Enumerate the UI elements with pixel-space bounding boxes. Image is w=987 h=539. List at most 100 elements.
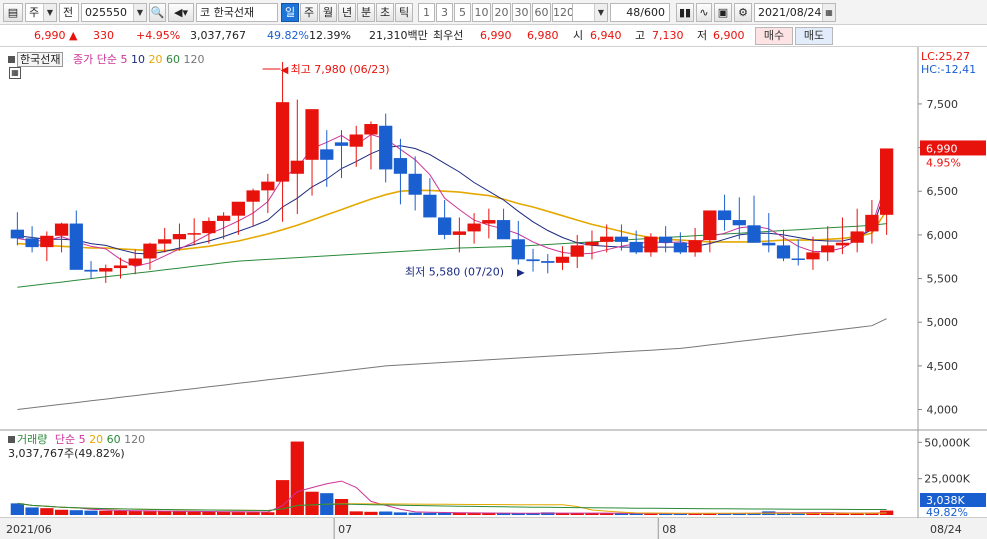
- stock-chart[interactable]: 7,5007,0006,5006,0005,5005,0004,5004,000…: [0, 47, 987, 539]
- candle-body: [762, 242, 776, 246]
- volume-bar: [99, 510, 113, 515]
- market-select-value: 주: [29, 6, 40, 19]
- volume-bar: [364, 511, 378, 515]
- y-tick-label: 5,000: [927, 316, 959, 329]
- period-button-3[interactable]: 년: [338, 3, 356, 22]
- period-button-5[interactable]: 초: [376, 3, 394, 22]
- hc-value: HC:-12,41: [921, 63, 977, 76]
- chevron-down-icon: ▼: [43, 4, 56, 21]
- price-legend: 한국선재 종가 단순 5 10 20 60 120: [8, 51, 204, 67]
- volume-bar: [231, 512, 245, 515]
- candle-body: [791, 258, 805, 260]
- candle-body: [320, 149, 334, 160]
- volume-bar: [143, 511, 157, 515]
- date-value: 2021/08/24: [758, 6, 822, 19]
- tick-button-2[interactable]: 5: [454, 3, 471, 22]
- candle-body: [364, 124, 378, 135]
- volume-bar: [40, 508, 54, 515]
- candle-body: [408, 173, 422, 195]
- x-tick-label: 2021/06: [6, 523, 52, 536]
- x-tick-label: 08: [662, 523, 676, 536]
- last-price-tag: 6,990: [926, 142, 958, 155]
- candle-body: [467, 223, 481, 232]
- vol-tick-label: 25,000K: [924, 473, 970, 486]
- mode-button[interactable]: 전: [59, 3, 79, 22]
- search-icon[interactable]: 🔍: [149, 3, 166, 22]
- candle-body: [585, 241, 599, 246]
- volume-bar: [25, 507, 39, 515]
- tick-custom-select[interactable]: ▼: [572, 3, 608, 22]
- candle-body: [128, 258, 142, 266]
- save-icon[interactable]: ▣: [714, 3, 732, 22]
- volume-current: 3,037,767주(49.82%): [8, 447, 125, 460]
- tick-button-0[interactable]: 1: [418, 3, 435, 22]
- chart-canvas[interactable]: 7,5007,0006,5006,0005,5005,0004,5004,000…: [0, 47, 987, 539]
- legend-marker-icon: [8, 56, 15, 63]
- price-change-pct: +4.95%: [136, 29, 181, 42]
- chart-menu-button[interactable]: ▤: [3, 3, 23, 22]
- right-arrow-icon: ▶: [517, 268, 525, 279]
- period-button-4[interactable]: 분: [357, 3, 375, 22]
- high-price: 7,130: [652, 29, 684, 42]
- candle-body: [84, 269, 98, 272]
- tick-button-4[interactable]: 20: [492, 3, 511, 22]
- period-button-1[interactable]: 주: [300, 3, 318, 22]
- candle-body: [482, 220, 496, 224]
- market-select[interactable]: 주 ▼: [25, 3, 57, 22]
- stock-code-input[interactable]: 025550 ▼: [81, 3, 147, 22]
- candle-body: [600, 236, 614, 242]
- candle-body: [54, 223, 69, 236]
- gear-icon[interactable]: ⚙: [734, 3, 752, 22]
- last-pct-tag: 4.95%: [926, 156, 961, 169]
- line-type-icon[interactable]: ∿: [696, 3, 712, 22]
- up-arrow-icon: ▲: [69, 29, 78, 42]
- candle-body: [172, 234, 187, 240]
- candle-body: [217, 215, 231, 221]
- date-field[interactable]: 2021/08/24 ▦: [754, 3, 836, 22]
- candle-body: [379, 125, 393, 170]
- volume-ratio: 49.82%: [267, 29, 309, 42]
- grid-toggle-icon[interactable]: ▦: [9, 67, 21, 79]
- candle-body: [187, 233, 201, 235]
- sound-icon[interactable]: ◀▾: [168, 3, 194, 22]
- stock-name-field[interactable]: 코 한국선재: [196, 3, 278, 22]
- lc-value: LC:25,27: [921, 50, 971, 63]
- period-button-2[interactable]: 월: [319, 3, 337, 22]
- legend-stock-name: 한국선재: [17, 52, 64, 67]
- bid-price: 6,980: [527, 29, 559, 42]
- candle-body: [452, 231, 466, 235]
- y-tick-label: 6,500: [927, 185, 959, 198]
- turnover-rate: 12.39%: [309, 29, 351, 42]
- candle-body: [850, 231, 864, 243]
- count-value: 48/600: [626, 6, 665, 19]
- volume-bar: [128, 511, 142, 515]
- sell-button[interactable]: 매도: [795, 27, 833, 45]
- volume-bar: [69, 510, 83, 515]
- candle-body: [275, 102, 290, 182]
- open-label: 시: [573, 29, 584, 42]
- low-price: 6,900: [713, 29, 745, 42]
- open-price: 6,940: [590, 29, 622, 42]
- tick-button-1[interactable]: 3: [436, 3, 453, 22]
- high-label: 고: [635, 29, 646, 42]
- volume-bar: [217, 511, 231, 515]
- volume-bar: [10, 503, 24, 515]
- buy-button[interactable]: 매수: [755, 27, 793, 45]
- candle-body: [865, 214, 879, 232]
- volume-bar: [334, 499, 349, 515]
- tick-button-6[interactable]: 60: [532, 3, 551, 22]
- tick-button-7[interactable]: 120: [552, 3, 574, 22]
- period-button-0[interactable]: 일: [281, 3, 299, 22]
- count-field[interactable]: 48/600: [610, 3, 670, 22]
- candle-body: [69, 223, 83, 270]
- candle-body: [644, 236, 658, 253]
- candle-type-icon[interactable]: ▮▮: [676, 3, 694, 22]
- y-tick-label: 4,000: [927, 404, 959, 417]
- tick-button-5[interactable]: 30: [512, 3, 531, 22]
- y-tick-label: 6,000: [927, 229, 959, 242]
- candle-body: [835, 242, 850, 246]
- period-button-6[interactable]: 틱: [395, 3, 413, 22]
- candle-body: [113, 265, 128, 269]
- tick-button-3[interactable]: 10: [472, 3, 491, 22]
- candle-body: [555, 256, 570, 263]
